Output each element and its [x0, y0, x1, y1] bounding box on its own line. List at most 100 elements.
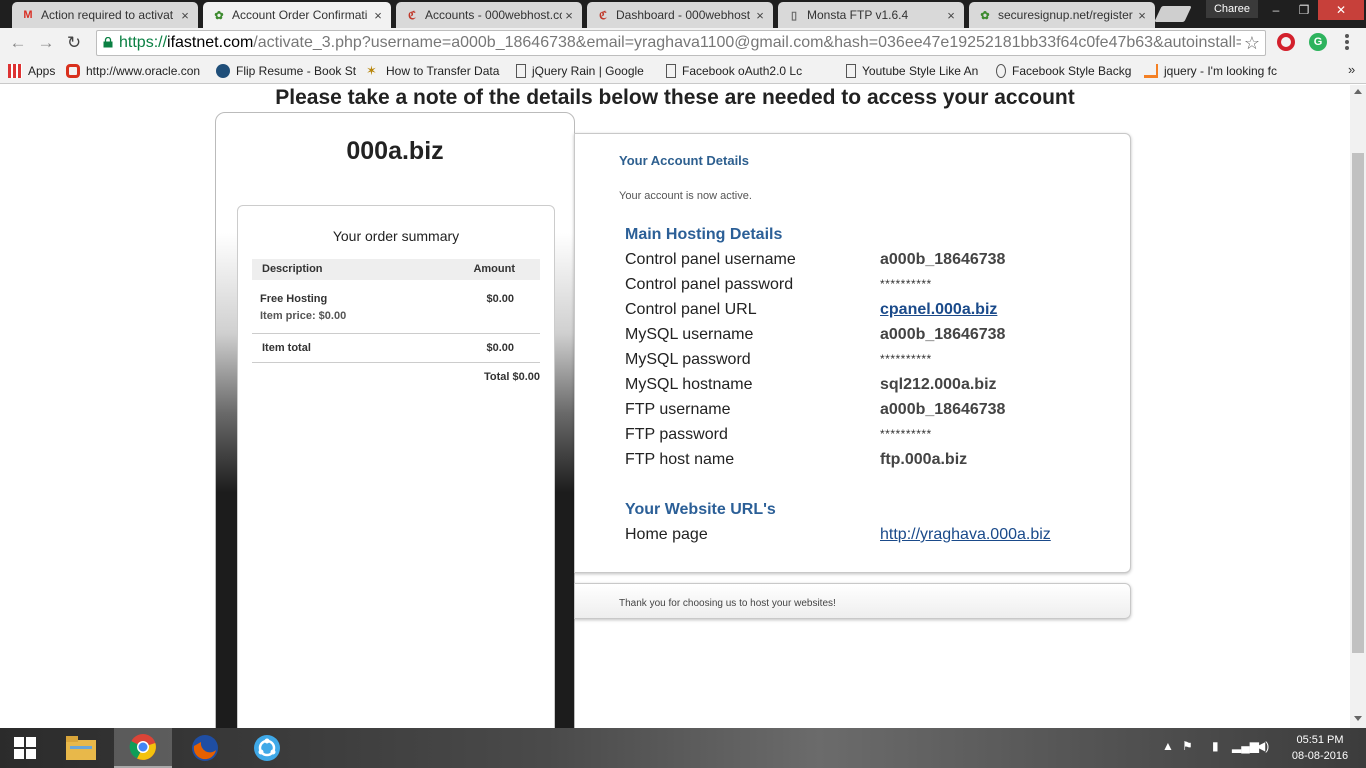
- website-url-heading: Your Website URL's: [625, 501, 776, 518]
- thanks-card: Thank you for choosing us to host your w…: [574, 583, 1131, 619]
- system-tray: ▲ ⚑ ▮ ▂▄▆ ◀): [1158, 728, 1288, 768]
- detail-label: MySQL hostname: [625, 376, 753, 393]
- close-icon[interactable]: ×: [753, 8, 767, 23]
- forward-arrow-icon[interactable]: →: [36, 33, 56, 53]
- tab-title: Dashboard - 000webhost: [616, 8, 751, 22]
- chrome-menu-icon[interactable]: [1345, 33, 1351, 51]
- bookmark-jquery-looking[interactable]: jquery - I'm looking fc: [1144, 62, 1284, 80]
- close-icon[interactable]: ×: [944, 8, 958, 23]
- detail-label: Control panel URL: [625, 301, 757, 318]
- grand-total: Total $0.00: [483, 371, 540, 383]
- bookmark-jquery-rain[interactable]: jQuery Rain | Google: [516, 62, 656, 80]
- bookmark-label: jquery - I'm looking fc: [1164, 64, 1277, 78]
- description-header: Description: [262, 263, 323, 275]
- detail-label: Control panel username: [625, 251, 796, 268]
- bookmark-label: How to Transfer Data: [386, 64, 500, 78]
- page-icon: [516, 64, 526, 78]
- homepage-link[interactable]: http://yraghava.000a.biz: [880, 526, 1051, 544]
- bookmark-oracle[interactable]: http://www.oracle.con: [66, 62, 206, 80]
- tab-monsta-ftp[interactable]: ▯ Monsta FTP v1.6.4 ×: [778, 2, 964, 28]
- tab-strip: M Action required to activat × ✿ Account…: [0, 0, 1366, 28]
- detail-row-mysql-password: MySQL password **********: [625, 351, 1105, 376]
- oracle-icon: [66, 64, 80, 78]
- bookmark-apps[interactable]: Apps: [8, 62, 60, 80]
- volume-icon[interactable]: ◀): [1256, 739, 1269, 753]
- flag-icon[interactable]: ⚑: [1182, 739, 1193, 753]
- detail-row-homepage: Home page http://yraghava.000a.biz: [625, 526, 1105, 551]
- firefox-icon[interactable]: [176, 728, 234, 768]
- minimize-icon[interactable]: –: [1262, 0, 1290, 20]
- tray-expand-icon[interactable]: ▲: [1162, 739, 1174, 753]
- new-tab-button[interactable]: [1154, 6, 1192, 22]
- tab-title: Action required to activat: [41, 8, 174, 22]
- tab-accounts[interactable]: ℭ Accounts - 000webhost.cc ×: [396, 2, 582, 28]
- detail-label: FTP username: [625, 401, 731, 418]
- vertical-scrollbar[interactable]: [1350, 85, 1366, 728]
- order-table-header: Description Amount: [252, 259, 540, 280]
- bookmark-star-icon[interactable]: ☆: [1241, 31, 1263, 55]
- back-arrow-icon[interactable]: ←: [8, 33, 28, 53]
- close-icon[interactable]: ×: [1135, 8, 1149, 23]
- detail-value: ftp.000a.biz: [880, 451, 968, 468]
- address-bar[interactable]: https://ifastnet.com/activate_3.php?user…: [96, 30, 1266, 56]
- detail-row-ftp-password: FTP password **********: [625, 426, 1105, 451]
- account-details-title: Your Account Details: [619, 153, 750, 168]
- detail-row-cpanel-password: Control panel password **********: [625, 276, 1105, 301]
- chrome-taskbar-icon[interactable]: [114, 728, 172, 768]
- bookmarks-more-icon[interactable]: »: [1348, 62, 1355, 77]
- tab-account-order[interactable]: ✿ Account Order Confirmati ×: [203, 2, 391, 28]
- maximize-icon[interactable]: ❐: [1290, 0, 1318, 20]
- url-scheme: https://: [119, 34, 168, 51]
- detail-label: FTP password: [625, 426, 728, 443]
- amount-header: Amount: [473, 263, 515, 275]
- item-price: Item price: $0.00: [260, 310, 347, 322]
- scroll-up-icon[interactable]: [1354, 89, 1362, 94]
- windows-start-icon[interactable]: [0, 728, 50, 768]
- battery-icon[interactable]: ▮: [1212, 739, 1219, 753]
- order-summary-title: Your order summary: [332, 228, 460, 244]
- taskbar-clock[interactable]: 05:51 PM 08-08-2016: [1288, 732, 1352, 764]
- bookmark-facebook-oauth[interactable]: Facebook oAuth2.0 Lc: [666, 62, 836, 80]
- page-icon: ▯: [790, 9, 798, 22]
- detail-value: **********: [880, 427, 932, 441]
- bookmark-transfer-data[interactable]: ✶ How to Transfer Data: [366, 62, 506, 80]
- bookmark-label: Facebook oAuth2.0 Lc: [682, 64, 803, 78]
- order-card: 000a.biz Your order summary Description …: [215, 112, 575, 728]
- tab-gmail[interactable]: M Action required to activat ×: [12, 2, 198, 28]
- detail-row-ftp-username: FTP username a000b_18646738: [625, 401, 1105, 426]
- close-icon[interactable]: ×: [562, 8, 576, 23]
- grammarly-extension-icon[interactable]: G: [1309, 33, 1327, 51]
- bookmarks-bar: Apps http://www.oracle.con Flip Resume -…: [0, 58, 1366, 84]
- file-explorer-icon[interactable]: [52, 728, 110, 768]
- browser-toolbar: ← → ↻ https://ifastnet.com/activate_3.ph…: [0, 28, 1366, 58]
- scroll-down-icon[interactable]: [1354, 716, 1362, 721]
- detail-row-cpanel-url: Control panel URL cpanel.000a.biz: [625, 301, 1105, 326]
- page-heading: Please take a note of the details below …: [275, 86, 1075, 109]
- tab-dashboard[interactable]: ℭ Dashboard - 000webhost ×: [587, 2, 773, 28]
- clock-date: 08-08-2016: [1291, 750, 1349, 762]
- reload-icon[interactable]: ↻: [64, 33, 84, 53]
- bookmark-flip-resume[interactable]: Flip Resume - Book St: [216, 62, 356, 80]
- page-icon: [666, 64, 676, 78]
- item-total-amount: $0.00: [486, 342, 514, 354]
- close-icon[interactable]: ×: [371, 8, 385, 23]
- thanks-message: Thank you for choosing us to host your w…: [619, 598, 836, 609]
- close-icon[interactable]: ×: [178, 8, 192, 23]
- profile-button[interactable]: Charee: [1206, 0, 1258, 18]
- bookmark-facebook-style[interactable]: Facebook Style Backg: [996, 62, 1132, 80]
- opera-extension-icon[interactable]: [1277, 33, 1295, 51]
- tab-securesignup[interactable]: ✿ securesignup.net/register ×: [969, 2, 1155, 28]
- shareit-icon[interactable]: [238, 728, 296, 768]
- account-status-text: Your account is now active.: [619, 190, 752, 202]
- bookmark-youtube-style[interactable]: Youtube Style Like An: [846, 62, 986, 80]
- webhost-icon: ℭ: [408, 9, 416, 22]
- windows-taskbar: ▲ ⚑ ▮ ▂▄▆ ◀) 05:51 PM 08-08-2016: [0, 728, 1366, 768]
- network-icon[interactable]: ▂▄▆: [1232, 739, 1259, 753]
- domain-title: 000a.biz: [346, 137, 444, 165]
- order-summary-panel: Your order summary Description Amount Fr…: [237, 205, 555, 728]
- detail-value: sql212.000a.biz: [880, 376, 997, 393]
- cpanel-url-link[interactable]: cpanel.000a.biz: [880, 301, 997, 319]
- window-close-icon[interactable]: ✕: [1318, 0, 1364, 20]
- scroll-thumb[interactable]: [1352, 153, 1364, 653]
- star-badge-icon: ✶: [366, 63, 377, 78]
